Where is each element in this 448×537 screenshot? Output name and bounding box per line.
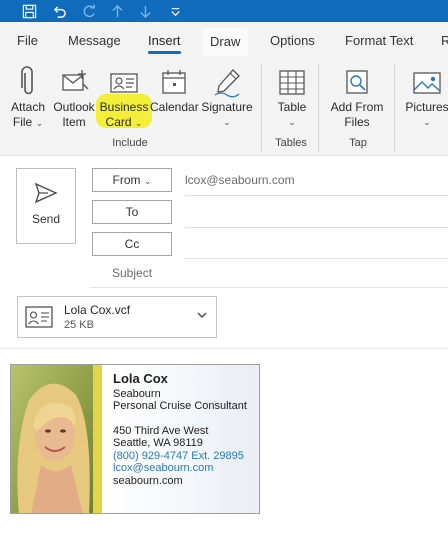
- tab-review[interactable]: R: [441, 22, 448, 60]
- attach-file-button[interactable]: Attach File ⌄: [4, 60, 52, 136]
- table-label: Table: [277, 100, 307, 114]
- contact-photo: [11, 365, 93, 513]
- add-from-files-icon: [326, 60, 388, 100]
- paperclip-icon: [4, 60, 52, 100]
- cc-field-line[interactable]: [185, 258, 448, 259]
- signature-pen-icon: [200, 60, 254, 100]
- chevron-down-icon[interactable]: [196, 309, 208, 321]
- calendar-button[interactable]: Calendar: [150, 60, 199, 136]
- ribbon: Attach File ⌄ Outlook Item Business Card…: [0, 60, 448, 156]
- group-label-tap: Tap: [349, 137, 367, 149]
- tab-file[interactable]: File: [17, 22, 38, 60]
- outlook-item-label: Outlook: [53, 100, 95, 114]
- pictures-label: Pictures: [405, 100, 448, 114]
- from-button[interactable]: From ⌄: [92, 168, 172, 192]
- business-card-icon: [98, 60, 150, 100]
- cc-label: Cc: [124, 237, 140, 251]
- chevron-down-icon: ⌄: [423, 117, 431, 127]
- from-label: From: [112, 173, 141, 187]
- chevron-down-icon: ⌄: [134, 118, 143, 128]
- signature-label: Signature: [201, 100, 253, 114]
- subject-field-line[interactable]: [90, 287, 448, 288]
- add-from-files-label-2: Files: [344, 115, 370, 129]
- card-phone: (800) 929-4747 Ext. 29895: [113, 449, 244, 462]
- attachment-name: Lola Cox.vcf: [64, 303, 131, 317]
- tab-message[interactable]: Message: [68, 22, 121, 60]
- down-arrow-icon[interactable]: [134, 0, 156, 22]
- group-separator: [394, 64, 395, 152]
- chevron-down-icon: ⌄: [143, 176, 152, 186]
- ribbon-tabs: File Message Insert Draw Options Format …: [0, 22, 448, 60]
- undo-icon[interactable]: [48, 0, 70, 22]
- tab-draw[interactable]: Draw: [202, 28, 249, 56]
- to-field-line[interactable]: [185, 227, 448, 228]
- group-label-include: Include: [112, 137, 148, 149]
- business-card-label-2: Card: [105, 115, 132, 129]
- tab-format-text[interactable]: Format Text: [345, 22, 413, 60]
- card-text: Lola Cox Seabourn Personal Cruise Consul…: [113, 371, 247, 487]
- card-email: lcox@seabourn.com: [113, 462, 214, 474]
- card-website: seabourn.com: [113, 474, 183, 487]
- tab-options[interactable]: Options: [270, 22, 315, 60]
- title-bar: [0, 0, 448, 22]
- calendar-label: Calendar: [150, 100, 199, 114]
- cc-button[interactable]: Cc: [92, 232, 172, 256]
- add-from-files-button[interactable]: Add From Files: [326, 60, 388, 136]
- group-separator: [261, 64, 262, 152]
- send-icon: [34, 182, 58, 204]
- outlook-item-icon: [50, 60, 98, 100]
- redo-icon[interactable]: [78, 0, 100, 22]
- save-icon[interactable]: [18, 0, 40, 22]
- contact-card-icon: [25, 306, 53, 328]
- table-button[interactable]: Table ⌄: [268, 60, 316, 136]
- to-label: To: [125, 205, 139, 219]
- business-card-label: Business: [99, 100, 149, 114]
- attach-file-label: Attach: [10, 100, 46, 114]
- divider: [185, 195, 448, 196]
- business-card-button[interactable]: Business Card ⌄: [98, 60, 150, 136]
- signature-button[interactable]: Signature ⌄: [200, 60, 254, 136]
- chevron-down-icon: ⌄: [288, 117, 296, 127]
- attach-file-label-2: File: [12, 115, 33, 129]
- pictures-button[interactable]: Pictures ⌄: [400, 60, 448, 136]
- send-button[interactable]: Send: [16, 168, 76, 244]
- picture-icon: [400, 60, 448, 100]
- chevron-down-icon: ⌄: [35, 118, 44, 128]
- outlook-item-button[interactable]: Outlook Item: [50, 60, 98, 136]
- card-address-line-1: 450 Third Ave West: [113, 424, 209, 437]
- attachment-size: 25 KB: [64, 319, 94, 331]
- group-separator: [318, 64, 319, 152]
- card-company: Seabourn: [113, 387, 161, 400]
- business-card: Lola Cox Seabourn Personal Cruise Consul…: [10, 364, 260, 514]
- attachment-item[interactable]: Lola Cox.vcf 25 KB: [17, 296, 217, 338]
- to-button[interactable]: To: [92, 200, 172, 224]
- card-name: Lola Cox: [113, 371, 168, 386]
- calendar-icon: [150, 60, 198, 100]
- chevron-down-icon: ⌄: [223, 117, 231, 127]
- tab-insert[interactable]: Insert: [148, 22, 181, 60]
- customize-qat-icon[interactable]: [164, 0, 186, 22]
- card-address-line-2: Seattle, WA 98119: [113, 437, 203, 449]
- up-arrow-icon[interactable]: [106, 0, 128, 22]
- add-from-files-label: Add From: [330, 100, 384, 114]
- card-accent-bar: [93, 365, 102, 513]
- from-address: lcox@seabourn.com: [185, 173, 295, 187]
- group-label-tables: Tables: [275, 137, 307, 149]
- subject-label: Subject: [112, 266, 153, 280]
- send-label: Send: [31, 212, 61, 226]
- outlook-item-label-2: Item: [62, 115, 86, 129]
- table-icon: [268, 60, 316, 100]
- card-job-title: Personal Cruise Consultant: [113, 400, 247, 412]
- divider: [0, 348, 448, 349]
